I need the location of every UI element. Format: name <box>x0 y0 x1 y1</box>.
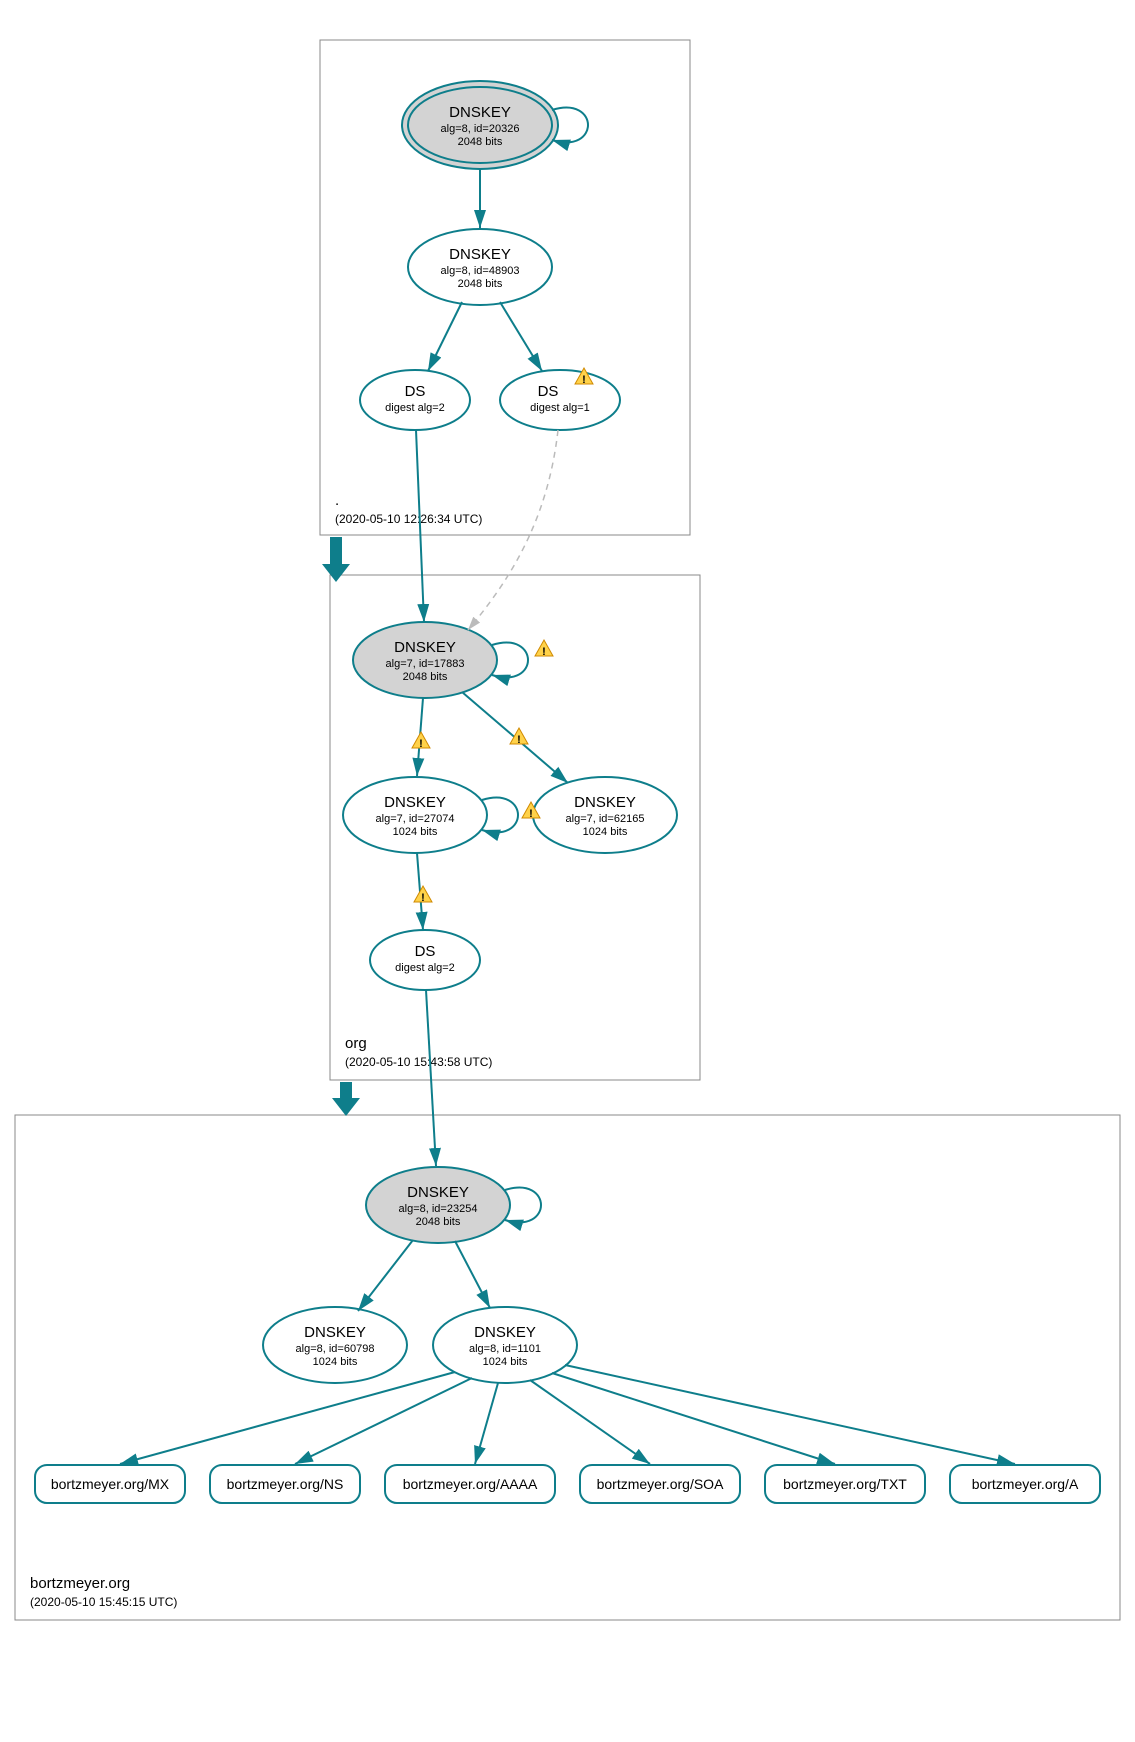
edge-ds1-k3 <box>416 430 424 622</box>
node-ds-org-alg1[interactable]: DS digest alg=1 ! <box>500 368 620 430</box>
svg-text:DNSKEY: DNSKEY <box>574 794 636 811</box>
zone-name-root: . <box>335 492 339 509</box>
zone-name-domain: bortzmeyer.org <box>30 1575 130 1592</box>
node-rr-txt[interactable]: bortzmeyer.org/TXT <box>765 1465 925 1503</box>
node-rr-mx[interactable]: bortzmeyer.org/MX <box>35 1465 185 1503</box>
node-dnskey-root-zsk[interactable]: DNSKEY alg=8, id=48903 2048 bits <box>408 229 552 305</box>
node-rr-ns[interactable]: bortzmeyer.org/NS <box>210 1465 360 1503</box>
svg-text:bortzmeyer.org/AAAA: bortzmeyer.org/AAAA <box>403 1476 538 1492</box>
svg-text:!: ! <box>421 892 425 904</box>
node-dnskey-org-zsk-27074[interactable]: DNSKEY alg=7, id=27074 1024 bits <box>343 777 487 853</box>
svg-text:digest alg=1: digest alg=1 <box>530 402 590 414</box>
svg-text:!: ! <box>582 374 586 386</box>
svg-text:digest alg=2: digest alg=2 <box>385 402 445 414</box>
edge-k8-r1 <box>120 1372 455 1464</box>
node-rr-soa[interactable]: bortzmeyer.org/SOA <box>580 1465 740 1503</box>
svg-text:alg=8, id=48903: alg=8, id=48903 <box>441 265 520 277</box>
svg-text:1024 bits: 1024 bits <box>313 1356 358 1368</box>
edge-k6-k7 <box>358 1240 413 1311</box>
svg-text:2048 bits: 2048 bits <box>416 1216 461 1228</box>
svg-text:!: ! <box>542 646 546 658</box>
svg-text:!: ! <box>517 734 521 746</box>
node-dnskey-org-zsk-62165[interactable]: DNSKEY alg=7, id=62165 1024 bits <box>533 777 677 853</box>
svg-text:bortzmeyer.org/NS: bortzmeyer.org/NS <box>227 1476 344 1492</box>
zone-box-domain <box>15 1115 1120 1620</box>
zone-ts-domain: (2020-05-10 15:45:15 UTC) <box>30 1595 177 1609</box>
svg-text:!: ! <box>529 808 533 820</box>
svg-text:1024 bits: 1024 bits <box>583 826 628 838</box>
svg-text:alg=8, id=60798: alg=8, id=60798 <box>296 1343 375 1355</box>
svg-text:DS: DS <box>415 943 436 960</box>
edge-k2-ds2 <box>500 302 542 371</box>
edge-k8-r4 <box>530 1380 650 1464</box>
svg-text:alg=8, id=1101: alg=8, id=1101 <box>469 1343 541 1355</box>
svg-text:DNSKEY: DNSKEY <box>449 104 511 121</box>
zone-ts-org: (2020-05-10 15:43:58 UTC) <box>345 1055 492 1069</box>
svg-text:bortzmeyer.org/A: bortzmeyer.org/A <box>972 1476 1079 1492</box>
svg-text:alg=7, id=17883: alg=7, id=17883 <box>386 658 465 670</box>
dnssec-graph: . (2020-05-10 12:26:34 UTC) org (2020-05… <box>0 0 1135 1742</box>
svg-text:bortzmeyer.org/SOA: bortzmeyer.org/SOA <box>597 1476 724 1492</box>
svg-text:DNSKEY: DNSKEY <box>407 1184 469 1201</box>
zone-ts-root: (2020-05-10 12:26:34 UTC) <box>335 512 482 526</box>
warning-icon: ! <box>414 886 432 904</box>
node-dnskey-org-ksk[interactable]: DNSKEY alg=7, id=17883 2048 bits <box>353 622 497 698</box>
edge-ds2-k3-dashed <box>468 430 558 630</box>
svg-text:alg=7, id=27074: alg=7, id=27074 <box>376 813 455 825</box>
warning-icon: ! <box>535 640 553 658</box>
svg-text:2048 bits: 2048 bits <box>458 278 503 290</box>
edge-k8-r5 <box>552 1373 835 1464</box>
warning-icon: ! <box>510 728 528 746</box>
node-ds-domain-alg2[interactable]: DS digest alg=2 <box>370 930 480 990</box>
node-ds-org-alg2[interactable]: DS digest alg=2 <box>360 370 470 430</box>
node-dnskey-root-ksk[interactable]: DNSKEY alg=8, id=20326 2048 bits <box>402 81 558 169</box>
svg-text:bortzmeyer.org/MX: bortzmeyer.org/MX <box>51 1476 170 1492</box>
node-rr-aaaa[interactable]: bortzmeyer.org/AAAA <box>385 1465 555 1503</box>
svg-text:alg=8, id=20326: alg=8, id=20326 <box>441 123 520 135</box>
svg-text:DNSKEY: DNSKEY <box>394 639 456 656</box>
svg-text:digest alg=2: digest alg=2 <box>395 962 455 974</box>
zone-arrow-org-to-domain <box>332 1082 360 1116</box>
svg-text:alg=8, id=23254: alg=8, id=23254 <box>399 1203 478 1215</box>
svg-text:DNSKEY: DNSKEY <box>449 246 511 263</box>
svg-text:2048 bits: 2048 bits <box>458 136 503 148</box>
node-dnskey-domain-zsk-60798[interactable]: DNSKEY alg=8, id=60798 1024 bits <box>263 1307 407 1383</box>
svg-text:bortzmeyer.org/TXT: bortzmeyer.org/TXT <box>783 1476 907 1492</box>
warning-icon: ! <box>412 732 430 750</box>
edge-k2-ds1 <box>428 302 462 371</box>
svg-text:2048 bits: 2048 bits <box>403 671 448 683</box>
svg-text:DNSKEY: DNSKEY <box>474 1324 536 1341</box>
edge-ds3-k6 <box>426 990 436 1166</box>
svg-text:DS: DS <box>538 383 559 400</box>
node-rr-a[interactable]: bortzmeyer.org/A <box>950 1465 1100 1503</box>
edge-k8-r3 <box>475 1383 498 1464</box>
svg-text:1024 bits: 1024 bits <box>483 1356 528 1368</box>
svg-text:1024 bits: 1024 bits <box>393 826 438 838</box>
svg-text:DNSKEY: DNSKEY <box>304 1324 366 1341</box>
svg-text:DNSKEY: DNSKEY <box>384 794 446 811</box>
node-dnskey-domain-ksk[interactable]: DNSKEY alg=8, id=23254 2048 bits <box>366 1167 510 1243</box>
edge-k6-k8 <box>455 1241 490 1308</box>
svg-text:alg=7, id=62165: alg=7, id=62165 <box>566 813 645 825</box>
svg-text:!: ! <box>419 738 423 750</box>
svg-text:DS: DS <box>405 383 426 400</box>
zone-name-org: org <box>345 1035 367 1052</box>
